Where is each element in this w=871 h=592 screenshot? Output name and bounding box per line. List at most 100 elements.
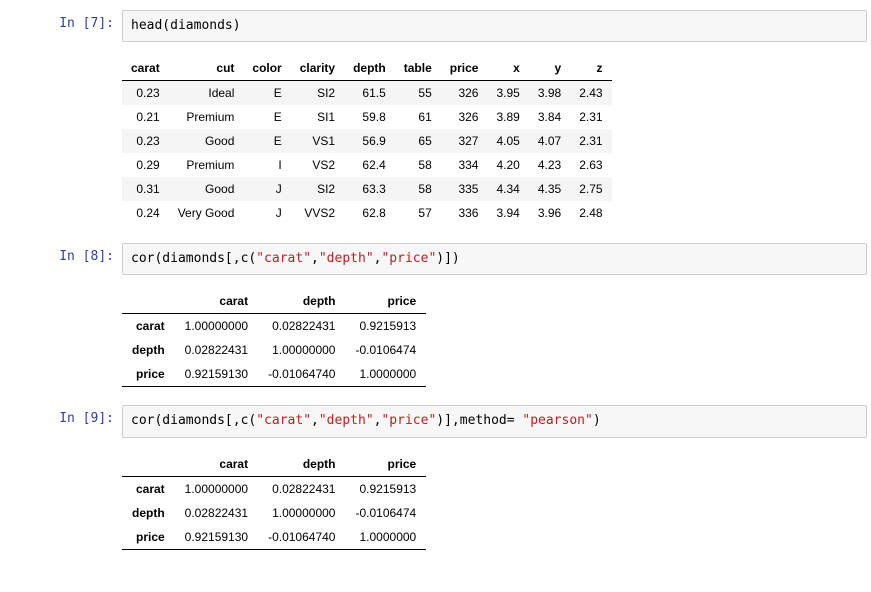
column-header: depth [258, 289, 345, 314]
table-cell: VS1 [291, 129, 344, 153]
table-cell: 4.20 [487, 153, 528, 177]
table-row: 0.23GoodEVS156.9653274.054.072.31 [122, 129, 612, 153]
table-row: 0.31GoodJSI263.3583354.344.352.75 [122, 177, 612, 201]
table-cell: VS2 [291, 153, 344, 177]
code-input[interactable]: head(diamonds) [122, 10, 867, 42]
table-cell: -0.01064740 [258, 525, 345, 550]
table-cell: I [243, 153, 290, 177]
column-header: price [345, 452, 426, 477]
table-cell: VVS2 [291, 201, 344, 225]
correlation-table: caratdepthpricecarat1.000000000.02822431… [122, 289, 426, 387]
table-cell: 4.05 [487, 129, 528, 153]
code-cell: In [7]:head(diamonds) [4, 10, 867, 42]
table-row: 0.21PremiumESI159.8613263.893.842.31 [122, 105, 612, 129]
table-cell: 327 [441, 129, 488, 153]
table-cell: 62.4 [344, 153, 395, 177]
table-cell: 0.9215913 [345, 314, 426, 339]
table-cell: 2.43 [570, 81, 611, 106]
table-cell: 3.94 [487, 201, 528, 225]
table-row: carat1.000000000.028224310.9215913 [122, 314, 426, 339]
row-label: carat [122, 314, 175, 339]
column-header: depth [258, 452, 345, 477]
table-cell: 0.02822431 [175, 501, 258, 525]
table-cell: E [243, 129, 290, 153]
table-cell: 3.96 [529, 201, 570, 225]
output-prompt [4, 279, 122, 285]
output-area: caratdepthpricecarat1.000000000.02822431… [122, 279, 867, 401]
table-cell: Premium [169, 153, 244, 177]
table-cell: 335 [441, 177, 488, 201]
output-cell: caratcutcolorclaritydepthtablepricexyz0.… [4, 46, 867, 239]
table-cell: Ideal [169, 81, 244, 106]
table-cell: 0.92159130 [175, 362, 258, 387]
table-cell: 2.48 [570, 201, 611, 225]
row-label: depth [122, 338, 175, 362]
table-row: price0.92159130-0.010647401.0000000 [122, 362, 426, 387]
table-row: 0.23IdealESI261.5553263.953.982.43 [122, 81, 612, 106]
column-header: price [441, 56, 488, 81]
table-cell: 2.31 [570, 129, 611, 153]
column-header: clarity [291, 56, 344, 81]
table-cell: Good [169, 129, 244, 153]
table-cell: 63.3 [344, 177, 395, 201]
table-cell: 0.02822431 [258, 314, 345, 339]
notebook-root: In [7]:head(diamonds)caratcutcolorclarit… [4, 10, 867, 564]
table-cell: 0.9215913 [345, 476, 426, 501]
table-cell: 4.35 [529, 177, 570, 201]
dataframe-table: caratcutcolorclaritydepthtablepricexyz0.… [122, 56, 612, 225]
column-header: carat [175, 289, 258, 314]
column-header-blank [122, 452, 175, 477]
table-cell: 55 [395, 81, 441, 106]
code-input[interactable]: cor(diamonds[,c("carat","depth","price")… [122, 243, 867, 275]
column-header: table [395, 56, 441, 81]
table-cell: 0.92159130 [175, 525, 258, 550]
correlation-table: caratdepthpricecarat1.000000000.02822431… [122, 452, 426, 550]
table-cell: 326 [441, 81, 488, 106]
table-cell: -0.01064740 [258, 362, 345, 387]
table-cell: 65 [395, 129, 441, 153]
table-cell: 1.00000000 [175, 476, 258, 501]
table-cell: 0.23 [122, 129, 169, 153]
table-cell: SI1 [291, 105, 344, 129]
table-row: carat1.000000000.028224310.9215913 [122, 476, 426, 501]
output-area: caratcutcolorclaritydepthtablepricexyz0.… [122, 46, 867, 239]
column-header: color [243, 56, 290, 81]
table-cell: J [243, 177, 290, 201]
table-cell: 0.24 [122, 201, 169, 225]
table-cell: 59.8 [344, 105, 395, 129]
table-cell: 1.00000000 [175, 314, 258, 339]
table-cell: 4.34 [487, 177, 528, 201]
table-cell: 326 [441, 105, 488, 129]
output-cell: caratdepthpricecarat1.000000000.02822431… [4, 442, 867, 564]
table-cell: -0.0106474 [345, 501, 426, 525]
table-cell: SI2 [291, 177, 344, 201]
table-cell: 3.95 [487, 81, 528, 106]
output-prompt [4, 442, 122, 448]
table-cell: 0.29 [122, 153, 169, 177]
table-cell: 2.31 [570, 105, 611, 129]
table-cell: 0.02822431 [258, 476, 345, 501]
column-header-blank [122, 289, 175, 314]
table-cell: 1.00000000 [258, 501, 345, 525]
output-area: caratdepthpricecarat1.000000000.02822431… [122, 442, 867, 564]
input-prompt: In [7]: [4, 10, 122, 31]
row-label: price [122, 525, 175, 550]
table-row: 0.24Very GoodJVVS262.8573363.943.962.48 [122, 201, 612, 225]
table-cell: 0.23 [122, 81, 169, 106]
column-header: cut [169, 56, 244, 81]
code-input[interactable]: cor(diamonds[,c("carat","depth","price")… [122, 405, 867, 437]
table-cell: Premium [169, 105, 244, 129]
table-cell: 4.07 [529, 129, 570, 153]
input-prompt: In [8]: [4, 243, 122, 264]
table-cell: 58 [395, 153, 441, 177]
column-header: price [345, 289, 426, 314]
table-cell: Good [169, 177, 244, 201]
table-cell: 0.02822431 [175, 338, 258, 362]
table-cell: 2.75 [570, 177, 611, 201]
table-cell: E [243, 81, 290, 106]
table-row: depth0.028224311.00000000-0.0106474 [122, 338, 426, 362]
table-cell: 1.00000000 [258, 338, 345, 362]
table-cell: 3.84 [529, 105, 570, 129]
table-cell: 1.0000000 [345, 362, 426, 387]
table-cell: 56.9 [344, 129, 395, 153]
